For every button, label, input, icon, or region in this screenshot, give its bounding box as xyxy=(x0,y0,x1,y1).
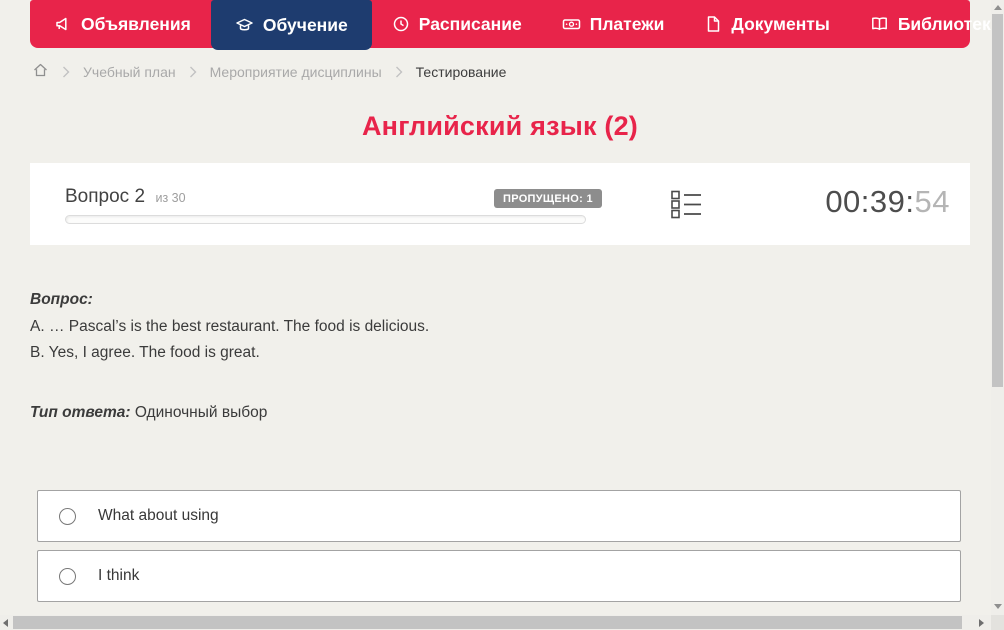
nav-item-label: Объявления xyxy=(81,13,191,34)
nav-item-announcements[interactable]: Объявления xyxy=(34,0,211,48)
breadcrumb-item-discipline-event[interactable]: Мероприятие дисциплины xyxy=(210,64,382,80)
answer-type-value: Одиночный выбор xyxy=(134,404,268,421)
question-counter: Вопрос 2 из 30 xyxy=(65,186,186,208)
document-icon xyxy=(704,15,722,33)
question-progress-bar xyxy=(65,215,586,224)
answer-type-row: Тип ответа: Одиночный выбор xyxy=(30,404,267,422)
question-total: из 30 xyxy=(155,191,186,205)
answer-option-2-label: I think xyxy=(98,567,140,584)
nav-item-documents[interactable]: Документы xyxy=(684,0,849,48)
answer-option-1-label: What about using xyxy=(98,507,219,524)
nav-item-label: Платежи xyxy=(589,13,665,34)
question-number: Вопрос 2 xyxy=(65,186,146,207)
horizontal-scrollbar-thumb[interactable] xyxy=(13,616,962,629)
question-header-panel: Вопрос 2 из 30 ПРОПУЩЕНО: 1 00:39:54 xyxy=(30,163,970,245)
nav-item-learning[interactable]: Обучение xyxy=(210,0,372,50)
answer-type-label: Тип ответа: xyxy=(30,404,131,421)
scroll-right-arrow-icon[interactable] xyxy=(979,619,984,627)
banknote-icon xyxy=(562,15,581,33)
nav-item-label: Библиотека xyxy=(897,13,1001,34)
chevron-right-icon xyxy=(395,66,403,78)
radio-option-2[interactable] xyxy=(59,567,76,585)
timer-seconds: 54 xyxy=(914,184,950,219)
nav-item-schedule[interactable]: Расписание xyxy=(372,0,542,48)
timer-hours-minutes: 00:39: xyxy=(825,184,915,219)
question-line-a: A. … Pascal’s is the best restaurant. Th… xyxy=(30,318,430,335)
breadcrumb: Учебный план Мероприятие дисциплины Тест… xyxy=(32,61,506,83)
skipped-badge: ПРОПУЩЕНО: 1 xyxy=(494,189,602,208)
chevron-right-icon xyxy=(189,66,197,78)
scroll-down-arrow-icon[interactable] xyxy=(994,604,1002,609)
nav-item-library[interactable]: Библиотека xyxy=(850,0,1004,48)
clock-icon xyxy=(392,15,410,33)
book-icon xyxy=(870,15,889,33)
question-line-b: B. Yes, I agree. The food is great. xyxy=(30,344,260,361)
question-heading: Вопрос: xyxy=(30,291,93,308)
vertical-scrollbar[interactable] xyxy=(991,0,1004,615)
home-icon[interactable] xyxy=(32,62,49,82)
nav-item-label: Расписание xyxy=(418,13,522,34)
scroll-up-arrow-icon[interactable] xyxy=(994,5,1002,10)
breadcrumb-item-curriculum[interactable]: Учебный план xyxy=(83,64,176,80)
nav-item-payments[interactable]: Платежи xyxy=(542,0,685,48)
timer: 00:39:54 xyxy=(825,184,950,220)
answer-option-2[interactable]: I think xyxy=(37,550,961,602)
answer-option-1[interactable]: What about using xyxy=(37,490,961,542)
nav-item-label: Обучение xyxy=(262,14,348,35)
question-list-icon[interactable] xyxy=(671,190,702,224)
horizontal-scrollbar[interactable] xyxy=(0,615,991,630)
main-navbar: Объявления Обучение Расписание Платежи Д… xyxy=(30,0,1000,50)
radio-option-1[interactable] xyxy=(59,507,76,525)
graduation-cap-icon xyxy=(235,16,254,34)
vertical-scrollbar-thumb[interactable] xyxy=(992,14,1003,387)
breadcrumb-item-testing: Тестирование xyxy=(415,64,507,80)
page-title: Английский язык (2) xyxy=(361,111,638,141)
nav-item-label: Документы xyxy=(731,13,830,34)
scroll-left-arrow-icon[interactable] xyxy=(3,619,8,627)
scrollbar-corner xyxy=(991,615,1004,630)
chevron-right-icon xyxy=(62,66,70,78)
megaphone-icon xyxy=(54,15,72,33)
